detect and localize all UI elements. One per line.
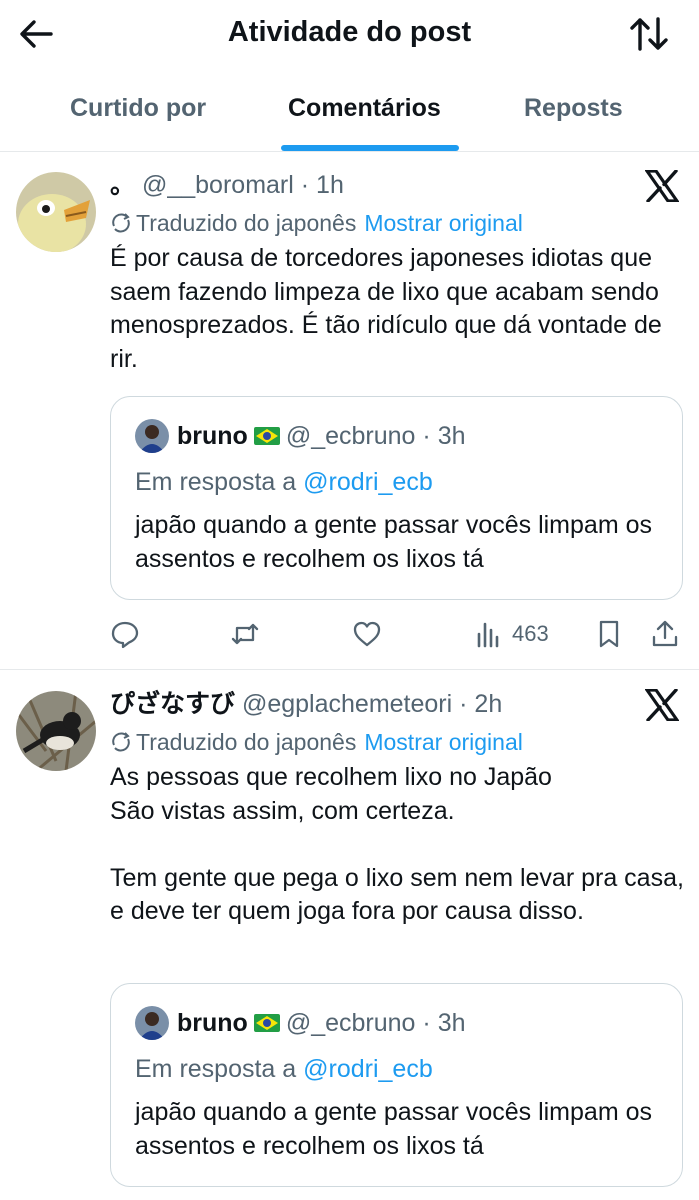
tab-curtido-por[interactable]: Curtido por (70, 94, 206, 150)
quoted-display-name: bruno (177, 1009, 248, 1037)
page-title: Atividade do post (227, 16, 472, 48)
brazil-flag-icon (253, 1014, 280, 1032)
quoted-post[interactable]: bruno @_ecbruno · 3h Em resposta a @rodr… (110, 396, 683, 600)
repost-button[interactable] (230, 618, 260, 650)
tab-comentarios[interactable]: Comentários (288, 94, 441, 150)
quoted-post-time: · 3h (422, 422, 466, 450)
bookmark-button[interactable] (594, 618, 624, 650)
display-name[interactable]: ぴざなすび (110, 690, 235, 718)
sort-arrows-icon (630, 17, 668, 51)
user-handle[interactable]: @__boromarl (142, 171, 294, 199)
repost-icon (231, 623, 259, 645)
reply-context: Em resposta a @rodri_ecb (135, 465, 433, 499)
x-logo-icon (643, 169, 683, 204)
tab-reposts[interactable]: Reposts (524, 94, 623, 150)
like-button[interactable] (352, 618, 382, 650)
post-header: ぴざなすび @egplachemeteori · 2h (110, 687, 502, 721)
display-name[interactable]: 。 (110, 171, 135, 199)
post-text: É por causa de torcedores japoneses idio… (110, 244, 662, 373)
sort-button[interactable] (624, 12, 674, 56)
translation-info: Traduzido do japonês Mostrar original (110, 208, 523, 238)
post-time: · 2h (459, 690, 503, 718)
reply-mention-link[interactable]: @rodri_ecb (303, 468, 433, 496)
comment-post[interactable]: ぴざなすび @egplachemeteori · 2h Traduzido do… (0, 671, 699, 1200)
quoted-user-handle: @_ecbruno (285, 422, 416, 450)
bookmark-icon (599, 620, 619, 648)
post-text: As pessoas que recolhem lixo no Japão Sã… (110, 763, 684, 925)
reply-prefix: Em resposta a (135, 468, 297, 496)
show-original-link[interactable]: Mostrar original (364, 210, 523, 236)
reply-context: Em resposta a @rodri_ecb (135, 1052, 433, 1086)
translate-icon (112, 213, 130, 233)
quoted-post[interactable]: bruno @_ecbruno · 3h Em resposta a @rodr… (110, 983, 683, 1187)
translated-label: Traduzido do japonês (136, 210, 357, 236)
reply-icon (111, 621, 139, 649)
user-handle[interactable]: @egplachemeteori (242, 690, 452, 718)
active-tab-indicator (281, 145, 459, 151)
translated-label: Traduzido do japonês (136, 729, 357, 755)
comment-post[interactable]: 。 @__boromarl · 1h Traduzido do japonês M… (0, 152, 699, 670)
views-count: 463 (512, 621, 549, 646)
top-bar: Atividade do post (0, 0, 699, 70)
quoted-post-header: bruno @_ecbruno · 3h (177, 419, 466, 453)
quoted-post-time: · 3h (422, 1009, 466, 1037)
quoted-user-handle: @_ecbruno (285, 1009, 416, 1037)
reply-mention-link[interactable]: @rodri_ecb (303, 1055, 433, 1083)
heart-icon (353, 621, 381, 647)
avatar (135, 419, 169, 453)
post-header: 。 @__boromarl · 1h (110, 168, 344, 202)
quoted-display-name: bruno (177, 422, 248, 450)
x-logo-icon (643, 688, 683, 723)
tab-bar: Curtido por Comentários Reposts (0, 84, 699, 152)
translation-info: Traduzido do japonês Mostrar original (110, 727, 523, 757)
post-time: · 1h (300, 171, 344, 199)
views-chart-icon (477, 622, 499, 648)
reply-button[interactable] (110, 618, 140, 650)
translate-icon (112, 732, 130, 752)
quoted-post-header: bruno @_ecbruno · 3h (177, 1006, 466, 1040)
avatar[interactable] (16, 691, 96, 771)
share-icon (652, 620, 678, 647)
action-bar: 463 (0, 614, 699, 654)
quoted-post-text: japão quando a gente passar vocês limpam… (135, 1098, 652, 1160)
share-button[interactable] (650, 618, 680, 650)
views-button[interactable]: 463 (474, 618, 549, 650)
reply-prefix: Em resposta a (135, 1055, 297, 1083)
brazil-flag-icon (253, 427, 280, 445)
avatar[interactable] (16, 172, 96, 252)
avatar (135, 1006, 169, 1040)
show-original-link[interactable]: Mostrar original (364, 729, 523, 755)
quoted-post-text: japão quando a gente passar vocês limpam… (135, 511, 652, 573)
